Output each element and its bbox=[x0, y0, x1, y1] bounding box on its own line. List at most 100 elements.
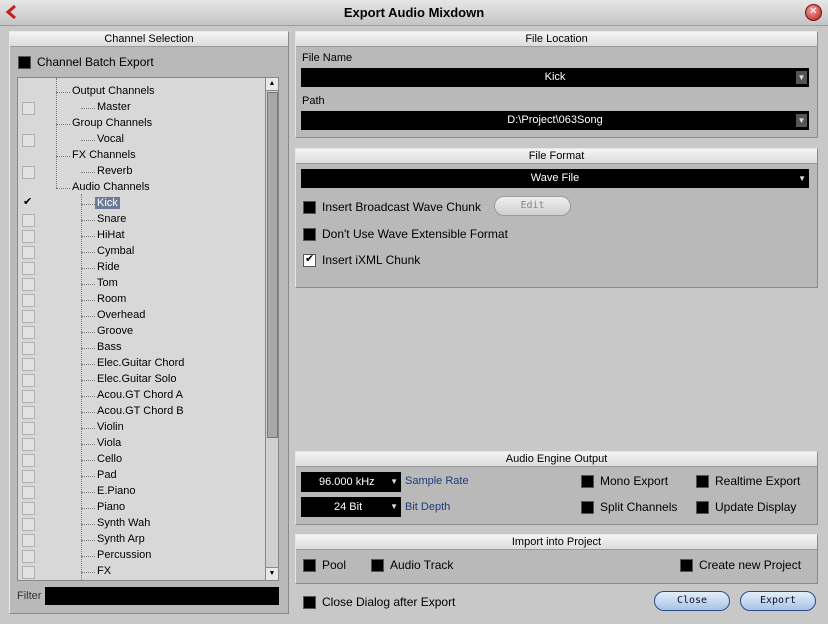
channel-checkbox[interactable] bbox=[22, 486, 35, 499]
tree-row-label: Kick bbox=[95, 197, 120, 209]
tree-channel-row[interactable]: Bass bbox=[18, 340, 266, 356]
mono-export-checkbox[interactable] bbox=[581, 475, 594, 488]
tree-channel-row[interactable]: Snare bbox=[18, 212, 266, 228]
file-format-select[interactable]: Wave File ▼ bbox=[301, 169, 809, 188]
tree-channel-row[interactable]: Acou.GT Chord A bbox=[18, 388, 266, 404]
channel-checkbox[interactable] bbox=[22, 438, 35, 451]
channel-checkbox[interactable] bbox=[22, 566, 35, 579]
file-name-value: Kick bbox=[544, 71, 566, 83]
tree-channel-row[interactable]: Piano bbox=[18, 500, 266, 516]
tree-branch-line bbox=[81, 194, 82, 580]
wave-extensible-checkbox[interactable] bbox=[303, 228, 316, 241]
close-button[interactable]: Close bbox=[654, 591, 730, 611]
tree-channel-row[interactable]: E.Piano bbox=[18, 484, 266, 500]
channel-checkbox[interactable] bbox=[22, 518, 35, 531]
tree-channel-row[interactable]: FX bbox=[18, 564, 266, 580]
audio-track-checkbox[interactable] bbox=[371, 559, 384, 572]
channel-checkbox[interactable] bbox=[22, 390, 35, 403]
pool-label: Pool bbox=[322, 558, 347, 572]
tree-connector-line bbox=[81, 460, 95, 461]
bit-depth-dropdown-icon[interactable]: ▼ bbox=[390, 497, 398, 517]
channel-checkbox[interactable] bbox=[22, 230, 35, 243]
scroll-down-arrow-icon[interactable]: ▼ bbox=[266, 567, 278, 580]
scroll-up-arrow-icon[interactable]: ▲ bbox=[266, 78, 278, 91]
tree-channel-row[interactable]: Acou.GT Chord B bbox=[18, 404, 266, 420]
tree-connector-line bbox=[81, 556, 95, 557]
tree-channel-row[interactable]: Elec.Guitar Chord bbox=[18, 356, 266, 372]
channel-checkbox[interactable] bbox=[22, 326, 35, 339]
path-field[interactable]: D:\Project\063Song ▼ bbox=[301, 111, 809, 130]
tree-channel-row[interactable]: Percussion bbox=[18, 548, 266, 564]
tree-channel-row[interactable]: Tom bbox=[18, 276, 266, 292]
channel-checkbox[interactable] bbox=[22, 294, 35, 307]
tree-channel-row[interactable]: Room bbox=[18, 292, 266, 308]
ixml-chunk-checkbox[interactable] bbox=[303, 252, 316, 267]
broadcast-wave-checkbox[interactable] bbox=[303, 201, 316, 214]
window-close-icon[interactable]: ✕ bbox=[805, 4, 822, 21]
tree-channel-row[interactable]: Cymbal bbox=[18, 244, 266, 260]
channel-checkbox[interactable] bbox=[22, 454, 35, 467]
pool-checkbox[interactable] bbox=[303, 559, 316, 572]
tree-channel-row[interactable]: Groove bbox=[18, 324, 266, 340]
channel-checkbox[interactable] bbox=[22, 246, 35, 259]
sample-rate-select[interactable]: 96.000 kHz ▼ bbox=[301, 472, 401, 492]
tree-channel-row[interactable]: Overhead bbox=[18, 308, 266, 324]
channel-checkbox[interactable] bbox=[22, 422, 35, 435]
channel-checkbox[interactable] bbox=[22, 102, 35, 115]
tree-row-label: Snare bbox=[97, 213, 127, 225]
tree-row-label: Viola bbox=[97, 437, 122, 449]
channel-checkbox[interactable] bbox=[22, 534, 35, 547]
edit-button[interactable]: Edit bbox=[494, 196, 571, 216]
channel-checkbox[interactable] bbox=[22, 470, 35, 483]
tree-channel-row[interactable]: Synth Arp bbox=[18, 532, 266, 548]
tree-channel-row[interactable]: HiHat bbox=[18, 228, 266, 244]
filter-input[interactable] bbox=[45, 587, 279, 605]
tree-row-label: E.Piano bbox=[97, 485, 136, 497]
file-name-field[interactable]: Kick ▼ bbox=[301, 68, 809, 87]
channel-checkbox[interactable] bbox=[22, 214, 35, 227]
tree-channel-row[interactable]: Kick bbox=[18, 195, 266, 212]
file-format-dropdown-icon[interactable]: ▼ bbox=[798, 169, 806, 188]
tree-connector-line bbox=[81, 300, 95, 301]
tree-channel-row[interactable]: Cello bbox=[18, 452, 266, 468]
export-button[interactable]: Export bbox=[740, 591, 816, 611]
update-display-checkbox[interactable] bbox=[696, 501, 709, 514]
channel-checkbox[interactable] bbox=[22, 195, 33, 209]
channel-batch-export-checkbox[interactable] bbox=[18, 56, 31, 69]
realtime-export-checkbox[interactable] bbox=[696, 475, 709, 488]
bit-depth-select[interactable]: 24 Bit ▼ bbox=[301, 497, 401, 517]
channel-checkbox[interactable] bbox=[22, 342, 35, 355]
tree-connector-line bbox=[81, 492, 95, 493]
channel-checkbox[interactable] bbox=[22, 262, 35, 275]
channel-checkbox[interactable] bbox=[22, 406, 35, 419]
tree-channel-row[interactable]: Synth Wah bbox=[18, 516, 266, 532]
channel-checkbox[interactable] bbox=[22, 358, 35, 371]
create-new-project-checkbox[interactable] bbox=[680, 559, 693, 572]
channel-checkbox[interactable] bbox=[22, 134, 35, 147]
scroll-thumb[interactable] bbox=[267, 92, 278, 438]
tree-channel-row[interactable]: Viola bbox=[18, 436, 266, 452]
tree-row-label: Master bbox=[97, 101, 131, 113]
channel-checkbox[interactable] bbox=[22, 166, 35, 179]
channel-checkbox[interactable] bbox=[22, 278, 35, 291]
channel-tree-scrollbar[interactable]: ▲ ▼ bbox=[265, 77, 279, 581]
tree-channel-row[interactable]: Violin bbox=[18, 420, 266, 436]
tree-channel-row[interactable]: Ride bbox=[18, 260, 266, 276]
channel-checkbox[interactable] bbox=[22, 502, 35, 515]
tree-row-label: Room bbox=[97, 293, 127, 305]
sample-rate-dropdown-icon[interactable]: ▼ bbox=[390, 472, 398, 492]
close-dialog-after-export-checkbox[interactable] bbox=[303, 596, 316, 609]
tree-channel-row[interactable]: Elec.Guitar Solo bbox=[18, 372, 266, 388]
channel-checkbox[interactable] bbox=[22, 374, 35, 387]
split-channels-checkbox[interactable] bbox=[581, 501, 594, 514]
path-label: Path bbox=[302, 95, 325, 107]
channel-checkbox[interactable] bbox=[22, 550, 35, 563]
tree-connector-line bbox=[81, 524, 95, 525]
tree-channel-row[interactable]: Pad bbox=[18, 468, 266, 484]
audio-engine-header: Audio Engine Output bbox=[296, 452, 817, 467]
tree-connector-line bbox=[81, 508, 95, 509]
channel-checkbox[interactable] bbox=[22, 310, 35, 323]
file-name-dropdown-icon[interactable]: ▼ bbox=[796, 71, 807, 84]
channel-tree[interactable]: Output Channels Master Group Channels Vocal… bbox=[17, 77, 267, 581]
path-dropdown-icon[interactable]: ▼ bbox=[796, 114, 807, 127]
